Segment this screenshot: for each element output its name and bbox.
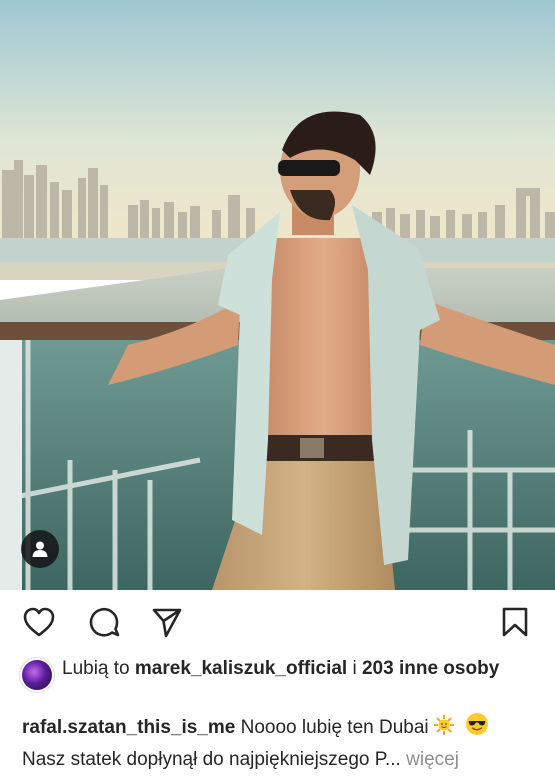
caption-ellipsis: ... — [385, 749, 401, 770]
comment-button[interactable] — [87, 605, 121, 639]
more-link[interactable]: więcej — [401, 749, 459, 770]
likes-text[interactable]: Lubią to marek_kaliszuk_official i 203 i… — [62, 656, 499, 690]
caption-username[interactable]: rafal.szatan_this_is_me — [22, 717, 235, 738]
post-caption: rafal.szatan_this_is_me Noooo lubię ten … — [22, 712, 542, 774]
share-button[interactable] — [150, 605, 184, 639]
tagged-people-button[interactable] — [21, 530, 59, 568]
liker-username[interactable]: marek_kaliszuk_official — [135, 658, 347, 679]
caption-line-1: rafal.szatan_this_is_me Noooo lubię ten … — [22, 712, 542, 745]
heart-icon — [23, 607, 55, 637]
tagged-user-icon — [32, 541, 48, 557]
likes-suffix[interactable]: inne osoby — [394, 658, 499, 679]
caption-line-2: Nasz statek dopłynął do najpiękniejszego… — [22, 745, 542, 774]
sun-emoji-icon — [433, 714, 455, 745]
caption-text: Noooo lubię ten Dubai — [235, 717, 429, 738]
likes-middle: i — [347, 658, 362, 679]
post-photo[interactable] — [0, 0, 555, 590]
sunglasses-emoji-icon — [465, 712, 489, 745]
send-icon — [152, 608, 182, 638]
bookmark-icon — [502, 607, 528, 637]
likes-summary: Lubią to marek_kaliszuk_official i 203 i… — [22, 656, 537, 690]
post-image — [0, 0, 555, 590]
liker-avatar[interactable] — [22, 660, 52, 690]
comment-icon — [89, 607, 120, 637]
caption-text-truncated: Nasz statek dopłynął do najpiękniejszego… — [22, 749, 385, 770]
likes-prefix: Lubią to — [62, 658, 135, 679]
post-actions-bar — [0, 590, 555, 654]
like-button[interactable] — [22, 605, 56, 639]
likes-count[interactable]: 203 — [362, 658, 394, 679]
save-button[interactable] — [498, 605, 532, 639]
